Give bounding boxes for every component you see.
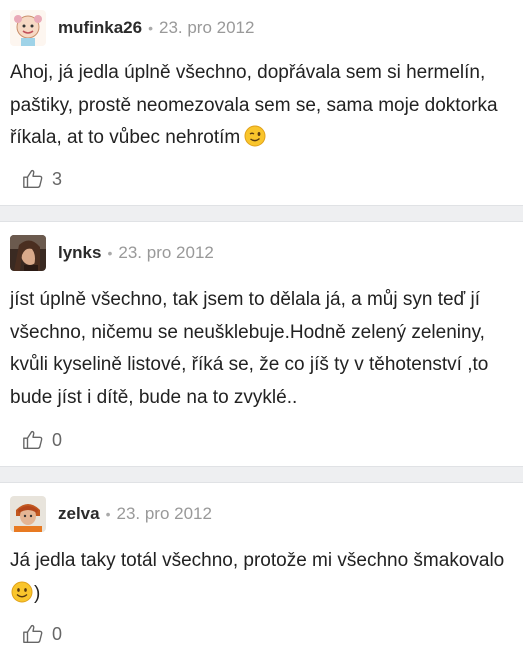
- meta-separator: •: [105, 506, 111, 522]
- comment-header: zelva • 23. pro 2012: [10, 496, 212, 532]
- thumbs-up-icon: [23, 169, 43, 188]
- comment-date: 23. pro 2012: [118, 243, 214, 262]
- comment-date: 23. pro 2012: [116, 504, 212, 523]
- like-button[interactable]: 0: [22, 623, 62, 645]
- like-count: 0: [52, 429, 63, 450]
- username[interactable]: lynks: [58, 243, 101, 263]
- like-count: 3: [52, 168, 63, 189]
- comment-text-end: ): [34, 582, 41, 604]
- comment-divider: [0, 205, 523, 222]
- meta-separator: •: [148, 20, 153, 36]
- comment-item: zelva • 23. pro 2012 Já jedla taky totál…: [0, 483, 523, 652]
- comment-text: Já jedla taky totál všechno, protože mi …: [10, 545, 509, 610]
- comment-text: Ahoj, já jedla úplně všechno, dopřávala …: [10, 57, 509, 155]
- comment-date: 23. pro 2012: [159, 18, 255, 37]
- smile-emoji-icon: [11, 581, 33, 602]
- thumbs-up-icon: [23, 430, 43, 449]
- thumbs-up-icon: [23, 624, 43, 643]
- username[interactable]: zelva: [58, 504, 100, 524]
- avatar[interactable]: [10, 496, 46, 532]
- comment-divider: [0, 466, 523, 483]
- avatar[interactable]: [10, 235, 46, 271]
- avatar[interactable]: [10, 10, 46, 46]
- comment-text-body: Já jedla taky totál všechno, protože mi …: [10, 550, 505, 571]
- comment-header: mufinka26 • 23. pro 2012: [10, 10, 254, 46]
- comment-item: lynks • 23. pro 2012 jíst úplně všechno,…: [0, 222, 523, 467]
- comment-item: mufinka26 • 23. pro 2012 Ahoj, já jedla …: [0, 0, 523, 205]
- like-count: 0: [52, 623, 63, 644]
- meta-separator: •: [107, 245, 113, 261]
- wink-emoji-icon: [244, 125, 266, 147]
- comment-header: lynks • 23. pro 2012: [10, 235, 214, 271]
- comment-text: jíst úplně všechno, tak jsem to dělala j…: [10, 289, 489, 408]
- username[interactable]: mufinka26: [58, 18, 142, 38]
- like-button[interactable]: 0: [22, 429, 62, 451]
- like-button[interactable]: 3: [22, 168, 62, 190]
